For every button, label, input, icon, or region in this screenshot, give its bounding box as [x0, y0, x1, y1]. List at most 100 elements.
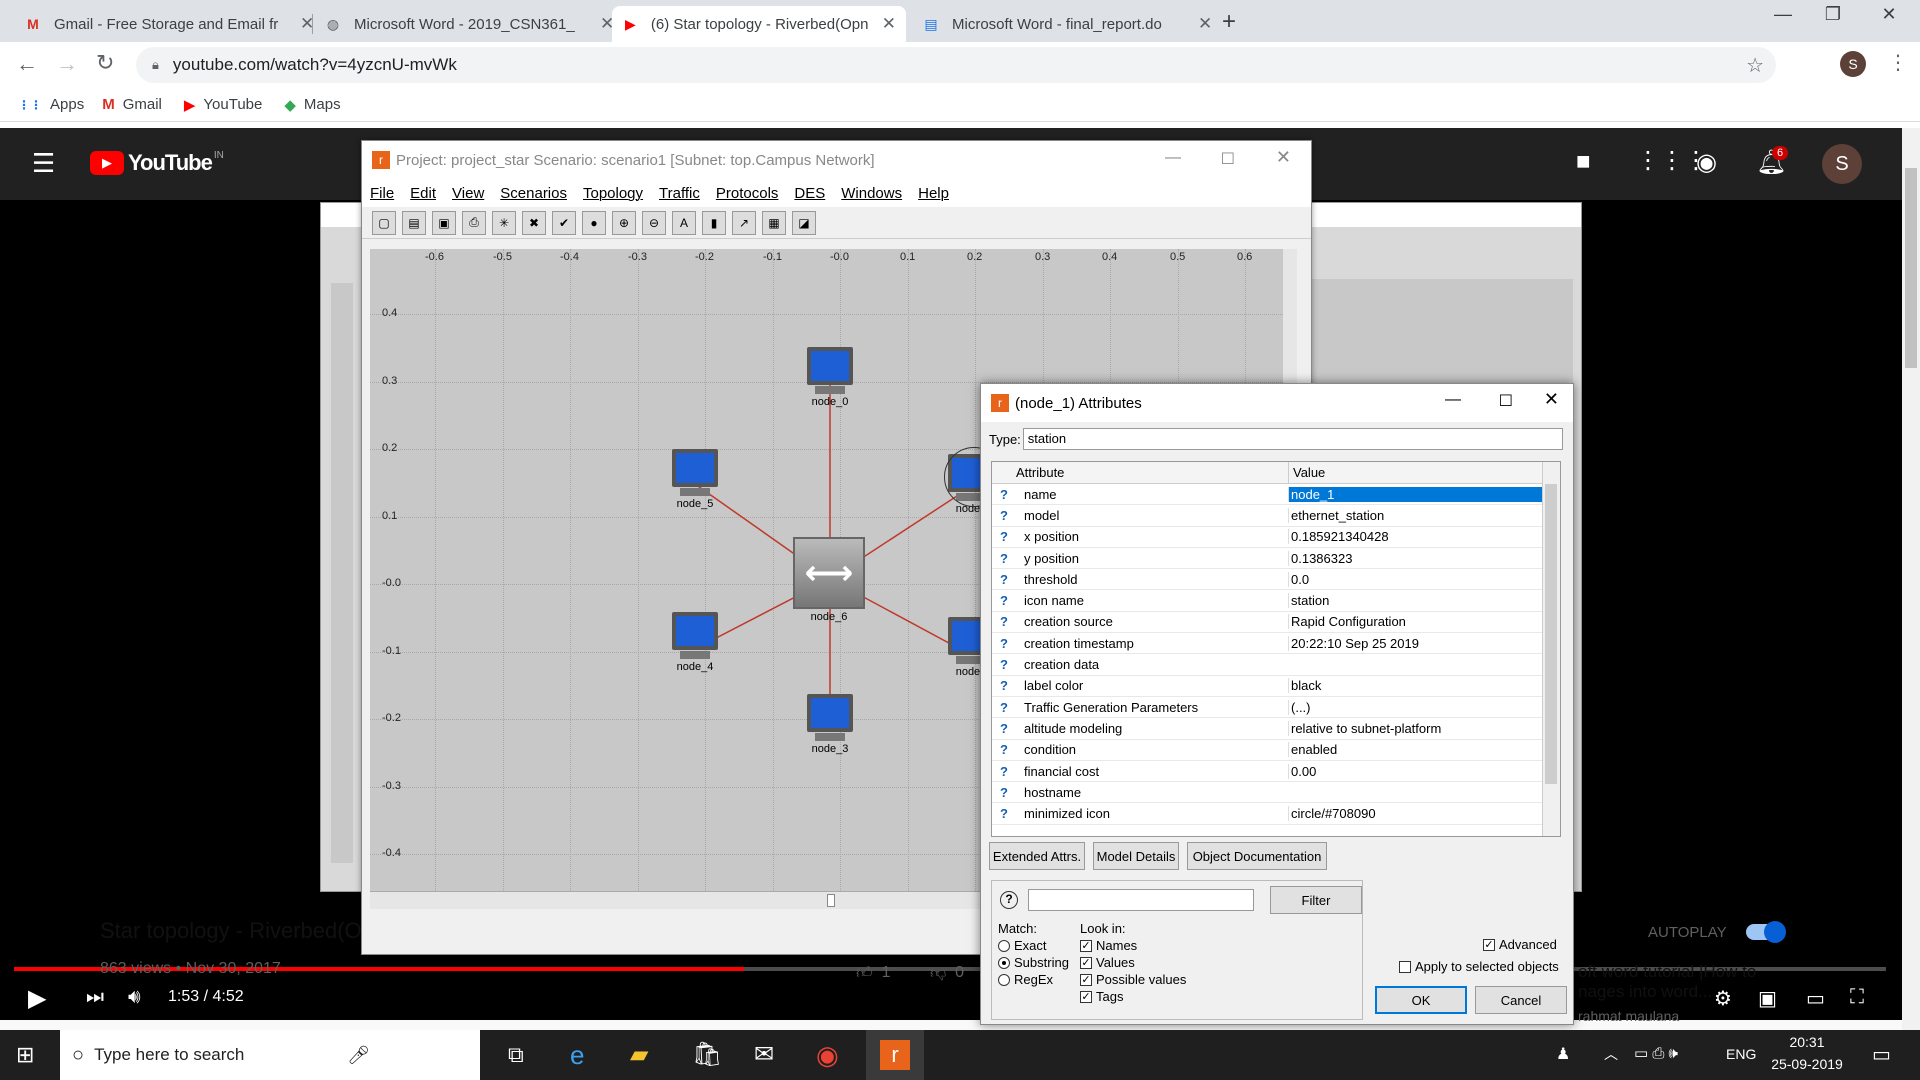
- attribute-value[interactable]: 0.00: [1288, 763, 1542, 779]
- attribute-row[interactable]: ? altitude modeling relative to subnet-pla…: [992, 718, 1560, 740]
- column-header-attribute[interactable]: Attribute: [1016, 462, 1288, 483]
- tab-word-csn361[interactable]: ◍ Microsoft Word - 2019_CSN361_ ✕: [314, 6, 624, 42]
- lookin-values-checkbox[interactable]: ✓ Values: [1080, 955, 1135, 970]
- apply-selected-checkbox[interactable]: Apply to selected objects: [1399, 959, 1559, 974]
- attribute-value[interactable]: ethernet_station: [1288, 507, 1542, 523]
- zoom-in-icon[interactable]: ⊕: [612, 210, 636, 235]
- close-icon[interactable]: ✕: [882, 14, 896, 34]
- action-center-icon[interactable]: ▭: [1872, 1042, 1891, 1067]
- clock-date[interactable]: 25-09-2019: [1766, 1056, 1848, 1072]
- mail-icon[interactable]: ✉: [754, 1040, 774, 1069]
- switch-node[interactable]: ⟷ node_6: [793, 537, 865, 623]
- zoom-out-icon[interactable]: ⊖: [642, 210, 666, 235]
- attribute-value[interactable]: circle/#708090: [1288, 806, 1542, 822]
- microphone-icon[interactable]: 🎤︎: [347, 1045, 370, 1066]
- attribute-value[interactable]: relative to subnet-platform: [1288, 720, 1542, 736]
- menu-des[interactable]: DES: [794, 185, 825, 202]
- miniplayer-icon[interactable]: ▣: [1758, 986, 1777, 1011]
- help-icon[interactable]: ?: [992, 636, 1016, 651]
- attribute-value[interactable]: 0.0: [1288, 571, 1542, 587]
- minimize-icon[interactable]: —: [1445, 391, 1461, 409]
- reload-icon[interactable]: ↻: [96, 50, 114, 76]
- language-indicator[interactable]: ENG: [1726, 1046, 1756, 1062]
- pin-icon[interactable]: ●: [582, 210, 606, 235]
- dislike-button[interactable]: 👎︎ 0: [930, 964, 964, 983]
- profile-avatar[interactable]: S: [1840, 51, 1866, 77]
- attribute-row[interactable]: ? minimized icon circle/#708090: [992, 803, 1560, 825]
- match-substring-radio[interactable]: Substring: [998, 955, 1069, 970]
- menu-edit[interactable]: Edit: [410, 185, 436, 202]
- menu-windows[interactable]: Windows: [841, 185, 902, 202]
- new-icon[interactable]: ▢: [372, 210, 396, 235]
- bookmark-maps[interactable]: ◆ Maps: [284, 96, 340, 114]
- verify-icon[interactable]: ✔: [552, 210, 576, 235]
- new-tab-button[interactable]: +: [1222, 8, 1236, 36]
- close-icon[interactable]: ✕: [1276, 147, 1291, 168]
- help-icon[interactable]: ?: [992, 508, 1016, 523]
- help-icon[interactable]: ?: [992, 593, 1016, 608]
- bookmark-youtube[interactable]: ▶ YouTube: [184, 96, 263, 114]
- help-icon[interactable]: ?: [992, 657, 1016, 672]
- station-node[interactable]: node_3: [807, 694, 853, 755]
- attribute-row[interactable]: ? creation source Rapid Configuration: [992, 612, 1560, 634]
- account-avatar[interactable]: S: [1822, 144, 1862, 184]
- help-icon[interactable]: ?: [992, 529, 1016, 544]
- tab-gmail[interactable]: M Gmail - Free Storage and Email fr ✕: [14, 6, 324, 42]
- forward-icon[interactable]: →: [56, 51, 78, 77]
- graph-icon[interactable]: ◪: [792, 210, 816, 235]
- hamburger-menu-icon[interactable]: ☰: [32, 148, 55, 179]
- attribute-row[interactable]: ? x position 0.185921340428: [992, 527, 1560, 548]
- attribute-row[interactable]: ? hostname: [992, 782, 1560, 804]
- restore-icon[interactable]: ❐: [1810, 4, 1856, 25]
- page-scrollbar[interactable]: [1902, 128, 1920, 1030]
- autoplay-toggle[interactable]: [1746, 921, 1786, 943]
- menu-protocols[interactable]: Protocols: [716, 185, 779, 202]
- attribute-row[interactable]: ? y position 0.1386323: [992, 548, 1560, 570]
- address-bar[interactable]: 🔒︎ youtube.com/watch?v=4yzcnU-mvWk ☆: [136, 47, 1776, 83]
- match-regex-radio[interactable]: RegEx: [998, 972, 1053, 987]
- close-icon[interactable]: ✕: [1544, 389, 1559, 410]
- station-node[interactable]: node_4: [672, 612, 718, 673]
- station-node[interactable]: node_0: [807, 347, 853, 408]
- help-icon[interactable]: ?: [992, 487, 1016, 502]
- attribute-value[interactable]: enabled: [1288, 742, 1542, 758]
- run-simulation-icon[interactable]: ↗: [732, 210, 756, 235]
- filter-input[interactable]: [1028, 889, 1254, 911]
- help-icon[interactable]: ?: [992, 721, 1016, 736]
- attribute-row[interactable]: ? name node_1: [992, 484, 1560, 506]
- next-icon[interactable]: ⏭︎: [86, 986, 104, 1009]
- attribute-value[interactable]: station: [1288, 593, 1542, 609]
- like-button[interactable]: 👍︎ 1: [856, 964, 891, 983]
- attribute-table[interactable]: Attribute Value ? name node_1? model etherne…: [991, 461, 1561, 837]
- menu-help[interactable]: Help: [918, 185, 949, 202]
- create-video-icon[interactable]: ■: [1576, 148, 1591, 176]
- youtube-logo[interactable]: ▶ YouTube IN: [90, 150, 224, 176]
- back-icon[interactable]: ←: [16, 51, 38, 77]
- people-icon[interactable]: ♟: [1556, 1044, 1570, 1064]
- open-folder-icon[interactable]: ▤: [402, 210, 426, 235]
- help-icon[interactable]: ?: [992, 806, 1016, 821]
- attribute-row[interactable]: ? financial cost 0.00: [992, 761, 1560, 783]
- help-icon[interactable]: ?: [992, 551, 1016, 566]
- attribute-value[interactable]: Rapid Configuration: [1288, 614, 1542, 630]
- clock-time[interactable]: 20:31: [1772, 1034, 1842, 1050]
- close-icon[interactable]: ✕: [1198, 14, 1212, 34]
- maximize-icon[interactable]: ☐: [1499, 391, 1513, 411]
- model-details-button[interactable]: Model Details: [1093, 842, 1179, 870]
- lookin-possible-values-checkbox[interactable]: ✓ Possible values: [1080, 972, 1186, 987]
- attribute-value[interactable]: 20:22:10 Sep 25 2019: [1288, 635, 1542, 651]
- menu-scenarios[interactable]: Scenarios: [500, 185, 567, 202]
- attribute-value[interactable]: (...): [1288, 699, 1542, 715]
- extended-attrs-button[interactable]: Extended Attrs.: [989, 842, 1085, 870]
- menu-traffic[interactable]: Traffic: [659, 185, 700, 202]
- attribute-row[interactable]: ? icon name station: [992, 590, 1560, 612]
- rec-title-line2[interactable]: nages into word...: [1578, 982, 1712, 1002]
- tab-word-final-report[interactable]: ▤ Microsoft Word - final_report.do ✕: [912, 6, 1222, 42]
- save-icon[interactable]: ▣: [432, 210, 456, 235]
- view-results-icon[interactable]: ▦: [762, 210, 786, 235]
- print-icon[interactable]: ⎙: [462, 210, 486, 235]
- minimize-icon[interactable]: —: [1165, 149, 1181, 167]
- tray-icons[interactable]: ▭ ⎙ 🕪︎: [1634, 1044, 1678, 1062]
- table-scrollbar[interactable]: [1542, 462, 1560, 836]
- edge-icon[interactable]: e: [570, 1040, 584, 1071]
